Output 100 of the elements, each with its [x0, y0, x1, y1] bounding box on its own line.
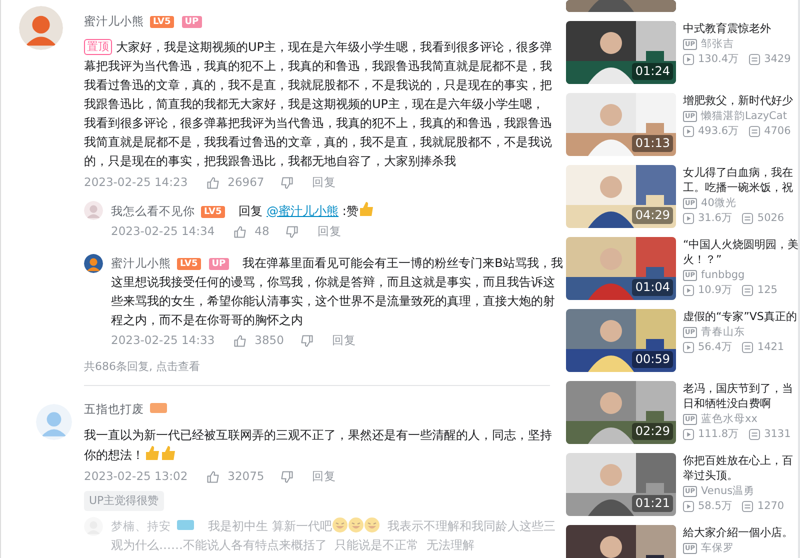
level-badge: LV5 — [201, 206, 225, 218]
username[interactable]: 梦楠、持安 — [111, 519, 171, 533]
like-icon[interactable] — [206, 176, 220, 190]
danmaku-count-icon — [749, 54, 760, 65]
comment-text: 我看到很多评论，很多弹幕把我评为当代鲁迅，我真的犯不上，我真的和鲁迅，我跟鲁迅 — [84, 114, 552, 132]
video-title[interactable]: “中国人火烧圆明园，美火！？” — [683, 237, 800, 267]
comment-time: 2023-02-25 13:02 — [84, 468, 188, 485]
danmaku-count-icon — [749, 429, 760, 440]
reply-link[interactable]: 回复 — [312, 468, 336, 486]
video-title[interactable]: 給大家介紹一個小店。 — [683, 525, 800, 540]
view-count: 58.5万 — [698, 499, 732, 514]
video-duration: 02:29 — [632, 423, 673, 440]
comment-time: 2023-02-25 14:33 — [111, 332, 215, 349]
thumbs-up-icon — [144, 444, 160, 460]
comment-text: 幕把我评为当代鲁迅，我真的犯不上，我真的和鲁迅，我跟鲁迅我简直就是屁都不是，我 — [84, 58, 552, 74]
video-title[interactable]: 增肥救父，新时代好少 — [683, 93, 800, 108]
play-count-icon — [683, 285, 694, 296]
thumbs-up-icon — [160, 444, 176, 460]
like-count: 32075 — [228, 468, 264, 485]
comment-text: 回复 — [238, 204, 264, 218]
level-badge: LV5 — [177, 258, 201, 270]
comment-text: 我是初中生 算新一代吧 — [208, 519, 332, 533]
up-liked-tag: UP主觉得很赞 — [84, 490, 164, 511]
view-count: 31.6万 — [698, 211, 732, 226]
uploader-name[interactable]: 蓝色水母xx — [701, 412, 758, 427]
uploader-name[interactable]: Venus温勇 — [701, 484, 755, 499]
play-count-icon — [683, 213, 694, 224]
comment-text: 观为什么……不能说人各有特点来概括了 只能说是不正常 无法理解 — [111, 537, 474, 554]
video-duration: 01:24 — [632, 63, 673, 80]
danmaku-count: 125 — [757, 283, 778, 298]
up-badge: UP — [182, 16, 202, 28]
comment-text: 这里想说我接受任何的谩骂，你骂我，你就是答辩，而且这就是事实，而且我告诉这 — [111, 274, 555, 290]
comment-text: 我跟鲁迅比，简直我的我都无大家好，我是这期视频的UP主，现在是六年级小学生嗯， — [84, 96, 544, 112]
reply-link[interactable]: 回复 — [332, 332, 356, 350]
reply-link[interactable]: 回复 — [312, 174, 336, 192]
replies-summary-link[interactable]: 共686条回复, 点击查看 — [84, 358, 200, 375]
laughing-face-icon — [332, 517, 348, 533]
danmaku-count-icon — [742, 501, 754, 512]
video-duration: 01:21 — [632, 495, 673, 512]
username[interactable]: 蜜汁儿小熊 — [84, 14, 144, 28]
dislike-icon[interactable] — [300, 334, 314, 348]
uploader-name[interactable]: 青春山东 — [701, 325, 746, 340]
comment-text: 大家好，我是这期视频的UP主，现在是六年级小学生嗯，我看到很多评论，很多弹 — [116, 38, 552, 56]
laughing-face-icon — [364, 517, 380, 533]
avatar[interactable] — [19, 6, 63, 50]
up-badge: UP — [208, 258, 229, 270]
like-icon[interactable] — [206, 470, 220, 484]
danmaku-count: 3131 — [764, 427, 791, 442]
username[interactable]: 我怎么看不见你 — [111, 204, 195, 218]
play-count-icon — [683, 501, 694, 512]
uploader-name[interactable]: funbbgg — [701, 268, 745, 283]
danmaku-count: 1421 — [757, 340, 784, 355]
thumbs-up-icon — [358, 200, 374, 216]
video-title[interactable]: 你把百姓放在心上，百举过头顶。 — [683, 453, 800, 483]
play-count-icon — [683, 429, 694, 440]
video-title[interactable]: 女儿得了白血病，我在工。吃播一碗米饭，祝 — [683, 165, 800, 195]
play-count-icon — [683, 126, 694, 137]
like-count: 3850 — [254, 332, 284, 349]
comment-text: 的，只是现在的事实，把我跟鲁迅比，我都无地自容了，大家别捧杀我 — [84, 152, 456, 170]
uploader-name[interactable]: 懒猫湛韵LazyCat — [701, 109, 787, 124]
uploader-name[interactable]: 邹张吉 — [701, 37, 734, 52]
danmaku-count: 1270 — [757, 499, 784, 514]
comment-text: 我在弹幕里面看见可能会有王一博的粉丝专门来B站骂我，我 — [242, 254, 563, 272]
comment-text: 我一直以为新一代已经被互联网弄的三观不正了，果然还是有一些清醒的人，同志，坚持 — [84, 426, 552, 444]
view-count: 111.8万 — [698, 427, 740, 442]
level-badge: LV5 — [150, 16, 174, 28]
dislike-icon[interactable] — [280, 470, 294, 484]
comment-text: 你的想法！ — [84, 446, 144, 464]
video-title[interactable]: 虚假的“专家”VS真正的 — [683, 309, 800, 324]
comment-text: 些来骂我的女生，希望你能认清事实，这个世界不是流量致死的真理，直接大炮的射 — [111, 292, 555, 310]
view-count: 10.9万 — [698, 283, 732, 298]
comment-text: 我看过鲁迅的文章，真的，我不是直，我就屁股都不，不是我说的，只是现在的事实，把 — [84, 76, 552, 94]
view-count: 130.4万 — [698, 52, 740, 67]
video-title[interactable]: 中式教育震惊老外 — [683, 21, 800, 36]
avatar[interactable] — [84, 254, 103, 272]
username[interactable]: 五指也打废 — [84, 402, 144, 416]
uploader-name[interactable]: 40微光 — [701, 196, 736, 211]
dislike-icon[interactable] — [280, 176, 294, 190]
view-count: 56.4万 — [698, 340, 732, 355]
danmaku-count-icon — [742, 213, 754, 224]
play-count-icon — [683, 342, 694, 353]
view-count: 493.6万 — [698, 124, 740, 139]
reply-link[interactable]: 回复 — [317, 222, 342, 240]
like-count: 26967 — [228, 174, 264, 191]
video-duration: 00:59 — [632, 351, 673, 368]
comment-text: 我简直就是屁都不是，我我看过鲁迅的文章，真的，我不是直，我就屁股都不，不是我说 — [84, 134, 552, 150]
video-title[interactable]: 老冯，国庆节到了，当日和牺牲没白费啊 — [683, 381, 800, 411]
mention-link[interactable]: @蜜汁儿小熊 — [266, 204, 339, 218]
video-duration: 04:29 — [632, 207, 673, 224]
comment-time: 2023-02-25 14:23 — [84, 174, 188, 191]
danmaku-count: 4706 — [764, 124, 791, 139]
uploader-name[interactable]: 车保罗 — [701, 541, 734, 556]
play-count-icon — [683, 54, 694, 65]
username[interactable]: 蜜汁儿小熊 — [111, 256, 171, 270]
like-icon[interactable] — [232, 334, 247, 348]
like-icon[interactable] — [232, 224, 247, 238]
pinned-tag: 置顶 — [84, 38, 112, 54]
danmaku-count-icon — [749, 126, 760, 137]
danmaku-count: 5026 — [757, 211, 784, 226]
dislike-icon[interactable] — [285, 224, 300, 238]
